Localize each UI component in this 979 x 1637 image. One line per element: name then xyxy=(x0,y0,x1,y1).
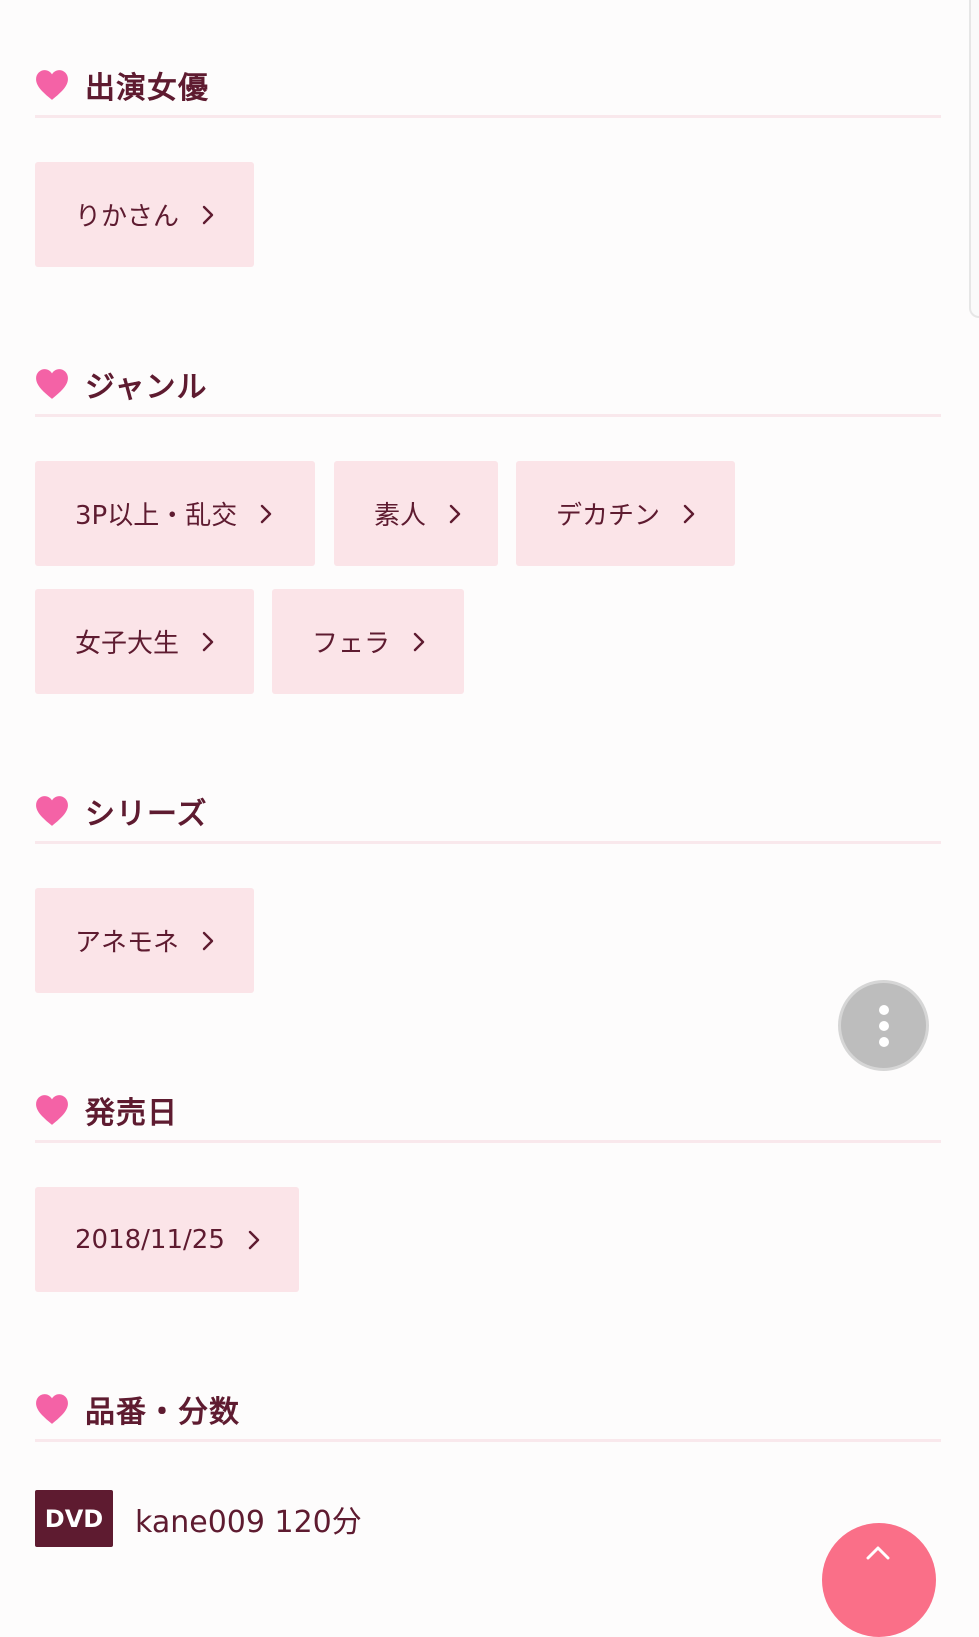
section-title-product: 品番・分数 xyxy=(85,1394,240,1430)
more-options-button[interactable] xyxy=(841,983,926,1068)
section-header-actress: 出演女優 xyxy=(35,54,941,118)
chevron-right-icon xyxy=(261,504,272,523)
chevron-up-icon xyxy=(866,1546,890,1560)
section-series: シリーズ xyxy=(35,780,941,844)
heart-icon xyxy=(36,1094,68,1125)
section-product: 品番・分数 xyxy=(35,1378,941,1442)
section-genre: ジャンル xyxy=(35,353,941,417)
chevron-right-icon xyxy=(202,632,214,651)
chip-genre-3[interactable]: 女子大生 xyxy=(35,589,254,694)
chip-label: 素人 xyxy=(374,501,427,531)
section-actress: 出演女優 xyxy=(35,54,941,118)
section-header-genre: ジャンル xyxy=(35,353,941,417)
chip-release-0[interactable]: 2018/11/25 xyxy=(35,1187,299,1292)
chip-label: 3P以上・乱交 xyxy=(75,501,238,531)
section-header-product: 品番・分数 xyxy=(35,1378,941,1442)
chip-label: フェラ xyxy=(312,629,391,659)
chip-genre-4[interactable]: フェラ xyxy=(272,589,464,694)
section-header-release: 発売日 xyxy=(35,1079,941,1143)
product-row: DVD kane009 120分 xyxy=(35,1490,362,1547)
chip-genre-2[interactable]: デカチン xyxy=(516,461,735,566)
heart-icon xyxy=(36,368,68,399)
dvd-badge: DVD xyxy=(35,1490,113,1547)
product-code: kane009 120分 xyxy=(135,1504,362,1540)
chip-label: デカチン xyxy=(556,501,661,531)
heart-icon xyxy=(36,69,68,100)
chip-genre-0[interactable]: 3P以上・乱交 xyxy=(35,461,315,566)
chevron-right-icon xyxy=(202,205,214,224)
chip-series-0[interactable]: アネモネ xyxy=(35,888,254,993)
section-header-series: シリーズ xyxy=(35,780,941,844)
chip-actress-0[interactable]: りかさん xyxy=(35,162,254,267)
heart-icon xyxy=(36,795,68,826)
section-title-series: シリーズ xyxy=(85,796,208,832)
section-release: 発売日 xyxy=(35,1079,941,1143)
more-vertical-icon xyxy=(878,1004,889,1015)
section-title-release: 発売日 xyxy=(85,1095,178,1131)
heart-icon xyxy=(36,1393,68,1424)
chevron-right-icon xyxy=(202,931,214,950)
chip-label: 女子大生 xyxy=(75,629,180,659)
chevron-right-icon xyxy=(449,504,461,523)
section-title-genre: ジャンル xyxy=(85,369,208,405)
scroll-top-button[interactable] xyxy=(822,1523,936,1637)
chevron-right-icon xyxy=(413,632,425,651)
chip-label: アネモネ xyxy=(75,928,180,958)
section-title-actress: 出演女優 xyxy=(85,70,209,106)
chip-genre-1[interactable]: 素人 xyxy=(334,461,498,566)
chip-label: りかさん xyxy=(75,202,180,232)
chevron-right-icon xyxy=(248,1230,260,1249)
scrollbar-edge xyxy=(969,0,979,318)
chevron-right-icon xyxy=(683,504,695,523)
chip-label: 2018/11/25 xyxy=(75,1224,225,1255)
